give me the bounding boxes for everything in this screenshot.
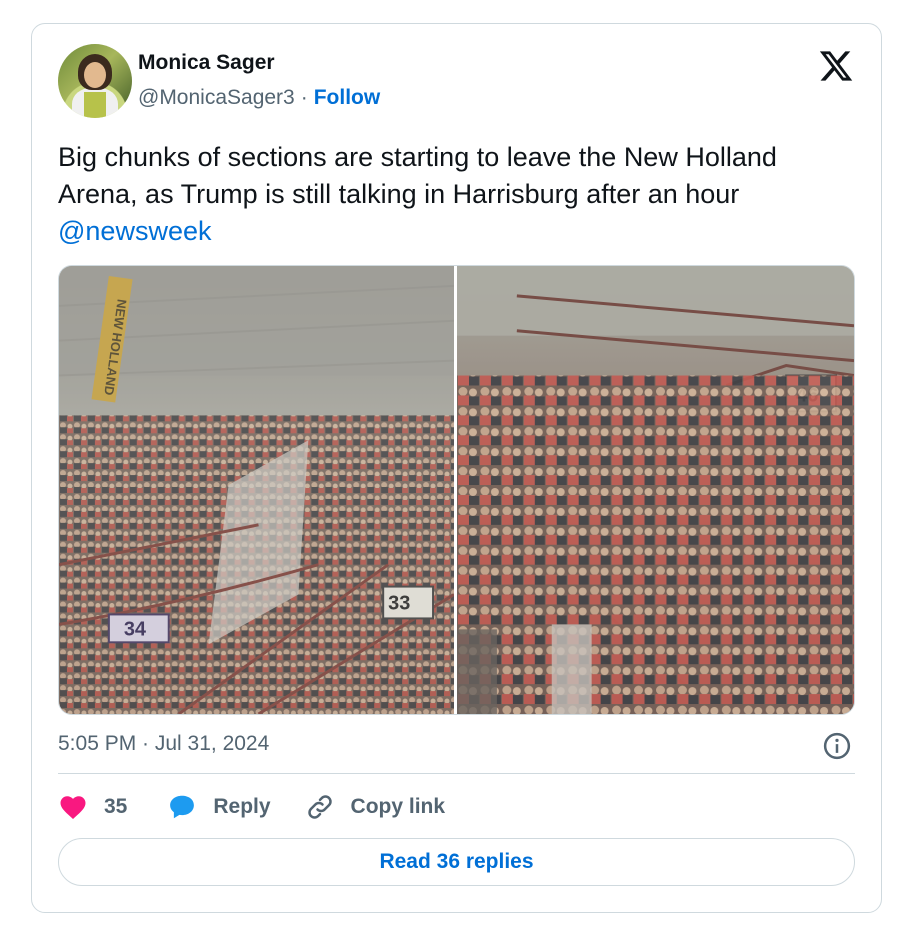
speech-bubble-icon: [170, 795, 195, 819]
photo-right[interactable]: 46: [457, 266, 854, 714]
copy-link-label: Copy link: [350, 795, 446, 818]
info-icon[interactable]: [822, 731, 852, 761]
like-button[interactable]: 35: [58, 792, 127, 822]
author-handle[interactable]: @MonicaSager3: [138, 86, 295, 110]
media-grid: NEW HOLLAND 34 33: [58, 265, 855, 715]
author-handle-row: @MonicaSager3 · Follow: [138, 86, 380, 110]
handle-separator: ·: [300, 86, 308, 109]
author-name[interactable]: Monica Sager: [138, 51, 275, 75]
photo-left[interactable]: NEW HOLLAND 34 33: [59, 266, 454, 714]
x-logo-icon[interactable]: [818, 48, 854, 84]
tweet-body: Big chunks of sections are starting to l…: [58, 142, 777, 209]
tweet-card: Monica Sager @MonicaSager3 · Follow Big …: [31, 23, 882, 913]
tweet-text: Big chunks of sections are starting to l…: [58, 139, 848, 250]
action-bar: 35 Reply Copy link: [58, 790, 445, 824]
follow-link[interactable]: Follow: [314, 86, 381, 110]
read-replies-button[interactable]: Read 36 replies: [58, 838, 855, 886]
like-count: 35: [104, 795, 128, 818]
avatar[interactable]: [58, 44, 132, 118]
mention-link[interactable]: @newsweek: [58, 216, 211, 246]
reply-button[interactable]: Reply: [167, 792, 271, 822]
copy-link-button[interactable]: Copy link: [305, 792, 446, 822]
divider: [58, 773, 855, 774]
link-icon: [307, 795, 332, 819]
tweet-timestamp[interactable]: 5:05 PM · Jul 31, 2024: [58, 732, 269, 756]
heart-icon: [60, 796, 86, 819]
reply-label: Reply: [213, 795, 271, 818]
